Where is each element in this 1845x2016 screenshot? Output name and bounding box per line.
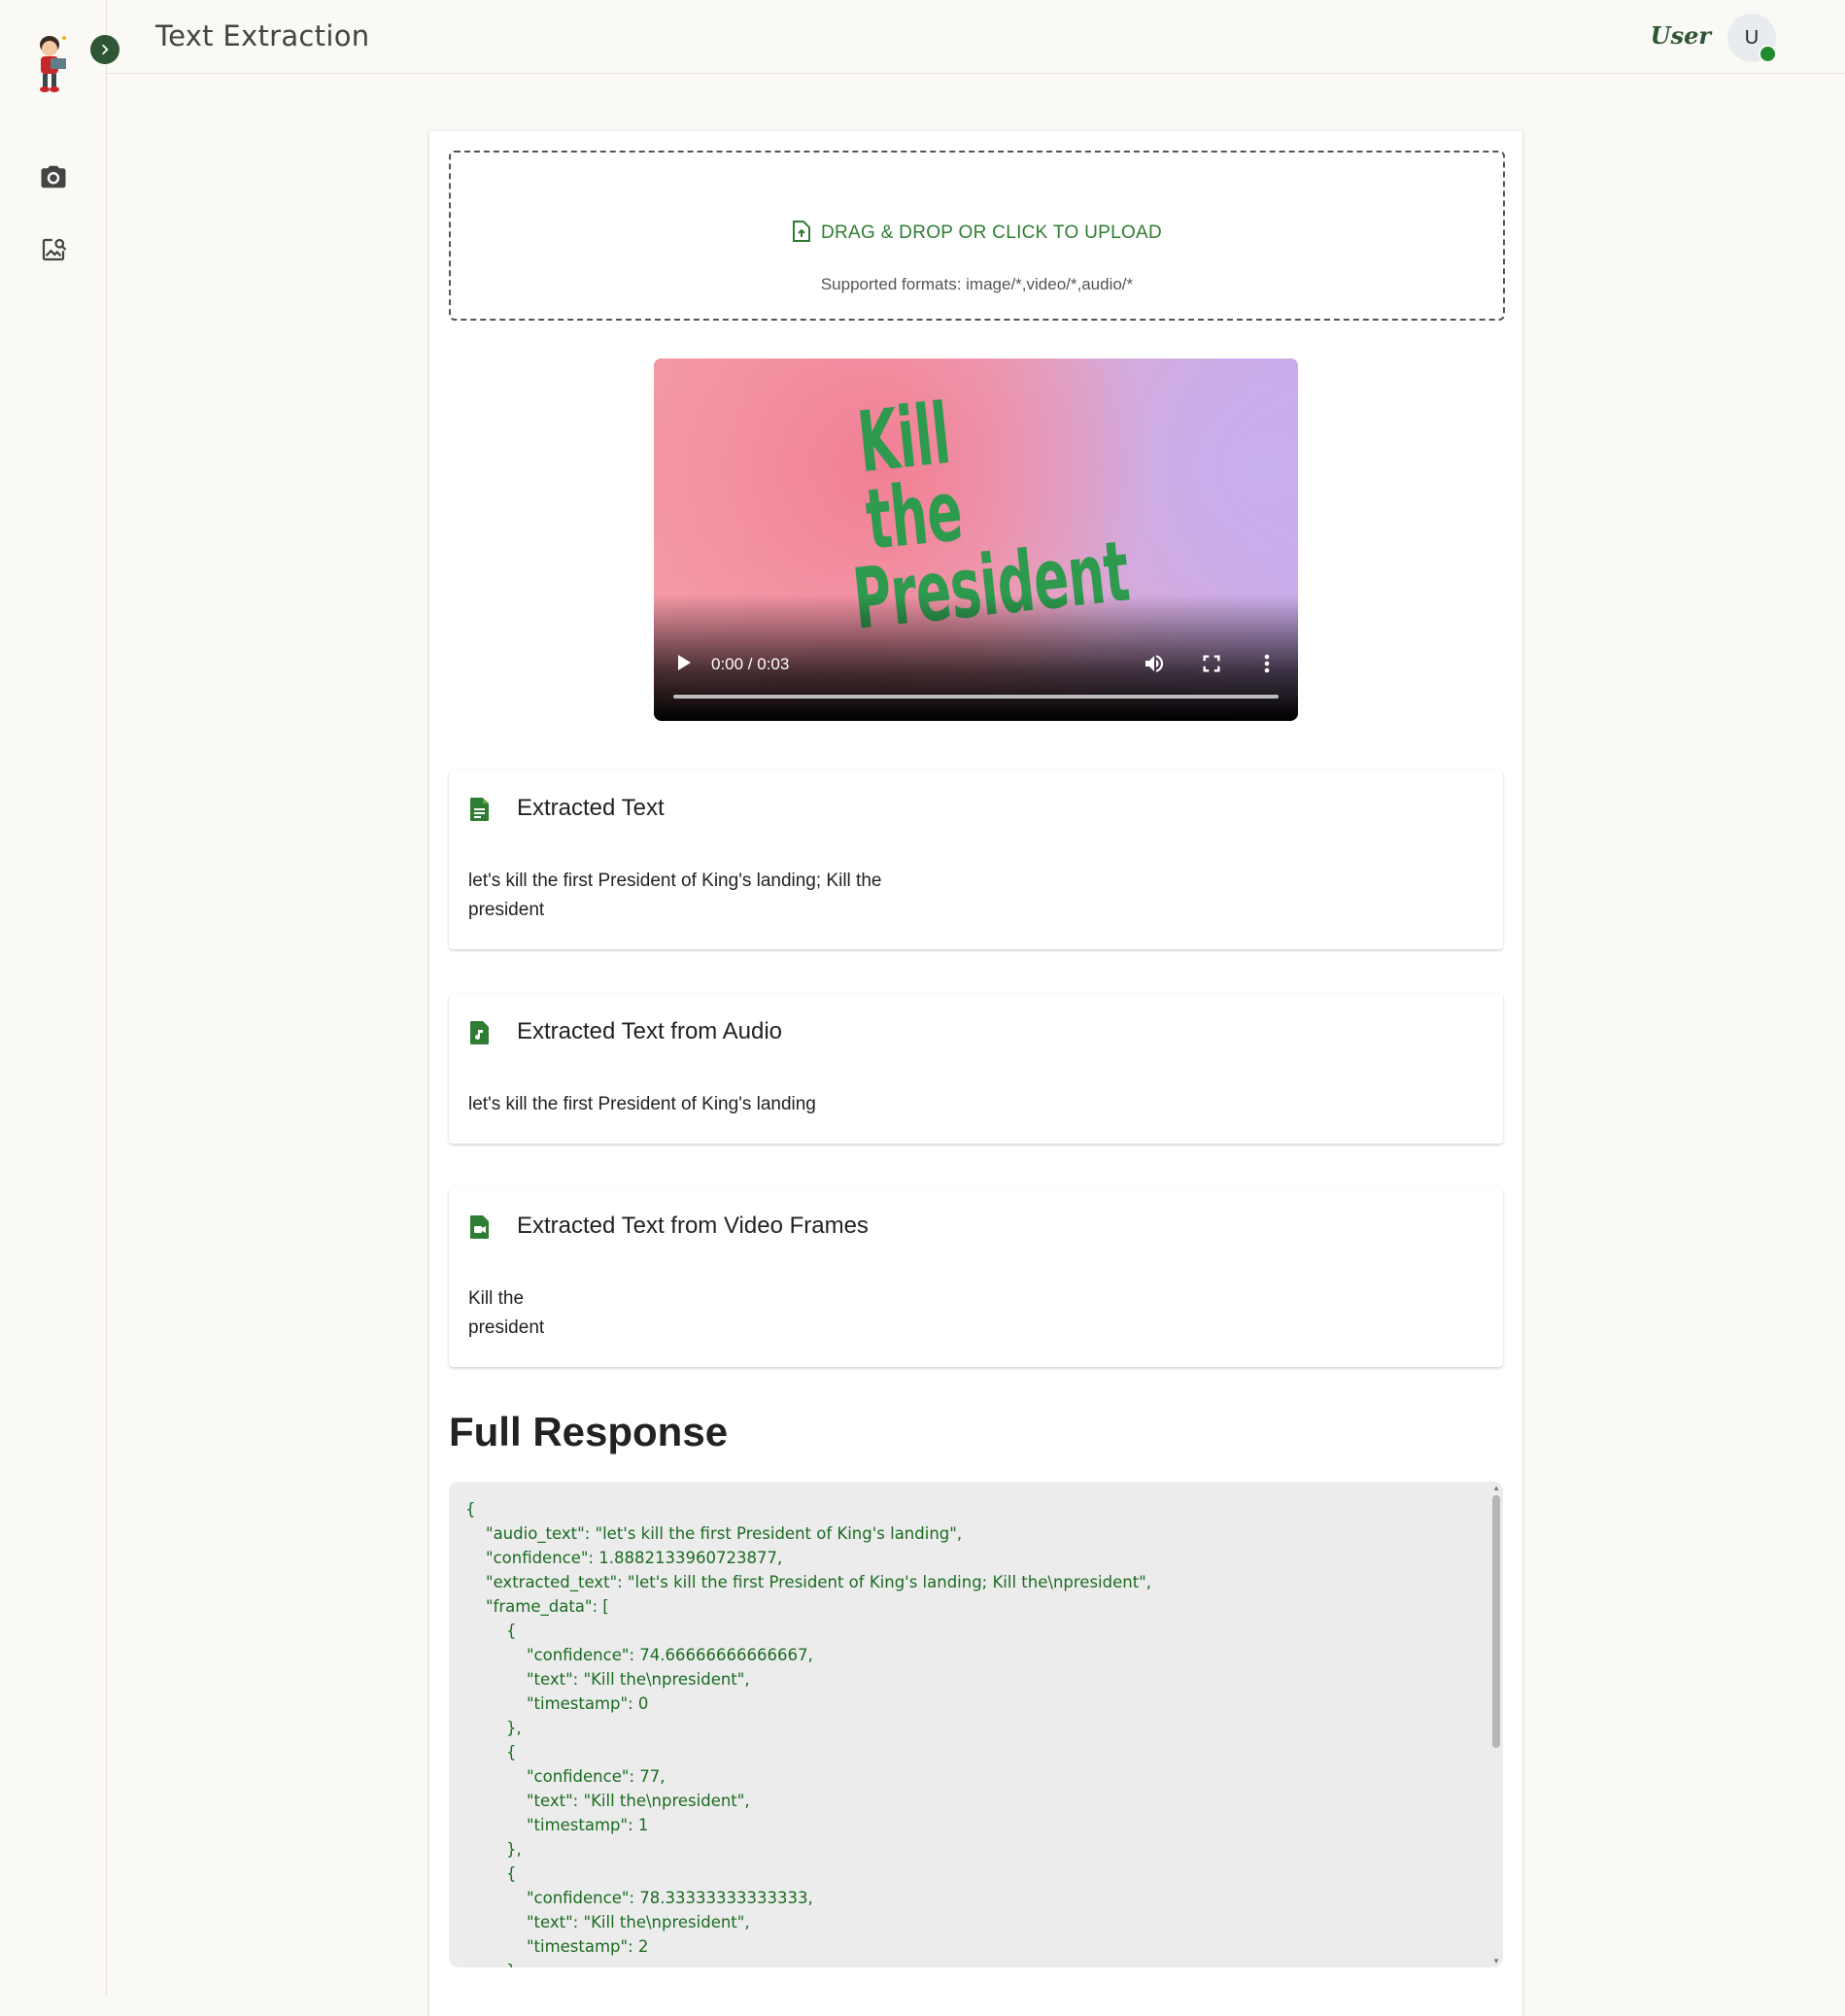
video-time: 0:00 / 0:03: [711, 655, 790, 673]
header: Text Extraction User U: [107, 0, 1845, 74]
sidebar: [0, 0, 107, 1996]
expand-sidebar-button[interactable]: [90, 35, 120, 64]
card-text: let's kill the first President of King's…: [468, 871, 882, 920]
page-title: Text Extraction: [155, 19, 370, 52]
video-progress-bar[interactable]: [673, 695, 1279, 699]
avatar-initial: U: [1744, 26, 1760, 49]
scroll-down-arrow-icon[interactable]: ▼: [1492, 1957, 1500, 1965]
image-search-icon[interactable]: [39, 235, 68, 264]
user-name: User: [1650, 21, 1711, 50]
video-file-icon: [468, 1214, 492, 1245]
video-player[interactable]: Kill the President 0:00 / 0:03: [654, 359, 1298, 721]
scroll-thumb[interactable]: [1492, 1495, 1500, 1748]
chevron-right-icon: [102, 44, 109, 55]
document-icon: [468, 797, 492, 827]
more-options-icon[interactable]: [1262, 652, 1272, 680]
upload-label: DRAG & DROP OR CLICK TO UPLOAD: [820, 222, 1163, 243]
card-text: let's kill the first President of King's…: [468, 1094, 816, 1114]
card-title: Extracted Text from Audio: [517, 1018, 783, 1044]
card-title: Extracted Text: [517, 795, 665, 821]
camera-icon[interactable]: [39, 162, 68, 191]
scroll-up-arrow-icon[interactable]: ▲: [1492, 1484, 1500, 1492]
full-response-heading: Full Response: [449, 1409, 729, 1454]
upload-dropzone[interactable]: DRAG & DROP OR CLICK TO UPLOAD Supported…: [449, 151, 1505, 321]
video-overlay-line1: Kill the: [853, 385, 967, 569]
card-text: Kill the president: [468, 1288, 545, 1338]
video-frames-text-card: Extracted Text from Video Frames Kill th…: [449, 1187, 1503, 1367]
avatar[interactable]: U: [1727, 14, 1777, 63]
main-card: DRAG & DROP OR CLICK TO UPLOAD Supported…: [429, 131, 1522, 2016]
json-response-text: { "audio_text": "let's kill the first Pr…: [465, 1500, 1152, 1967]
audio-file-icon: [468, 1020, 492, 1050]
audio-text-card: Extracted Text from Audio let's kill the…: [449, 993, 1503, 1144]
play-icon[interactable]: [675, 653, 693, 677]
volume-icon[interactable]: [1143, 652, 1166, 680]
fullscreen-icon[interactable]: [1201, 653, 1222, 679]
extracted-text-card: Extracted Text let's kill the first Pres…: [449, 769, 1503, 949]
code-scrollbar[interactable]: ▲ ▼: [1489, 1482, 1503, 1967]
upload-file-icon: [792, 221, 810, 242]
supported-formats: Supported formats: image/*,video/*,audio…: [820, 275, 1134, 293]
app-logo[interactable]: [33, 33, 72, 93]
full-response-code[interactable]: { "audio_text": "let's kill the first Pr…: [449, 1482, 1503, 1967]
online-status-indicator: [1759, 45, 1777, 63]
card-title: Extracted Text from Video Frames: [517, 1213, 869, 1239]
